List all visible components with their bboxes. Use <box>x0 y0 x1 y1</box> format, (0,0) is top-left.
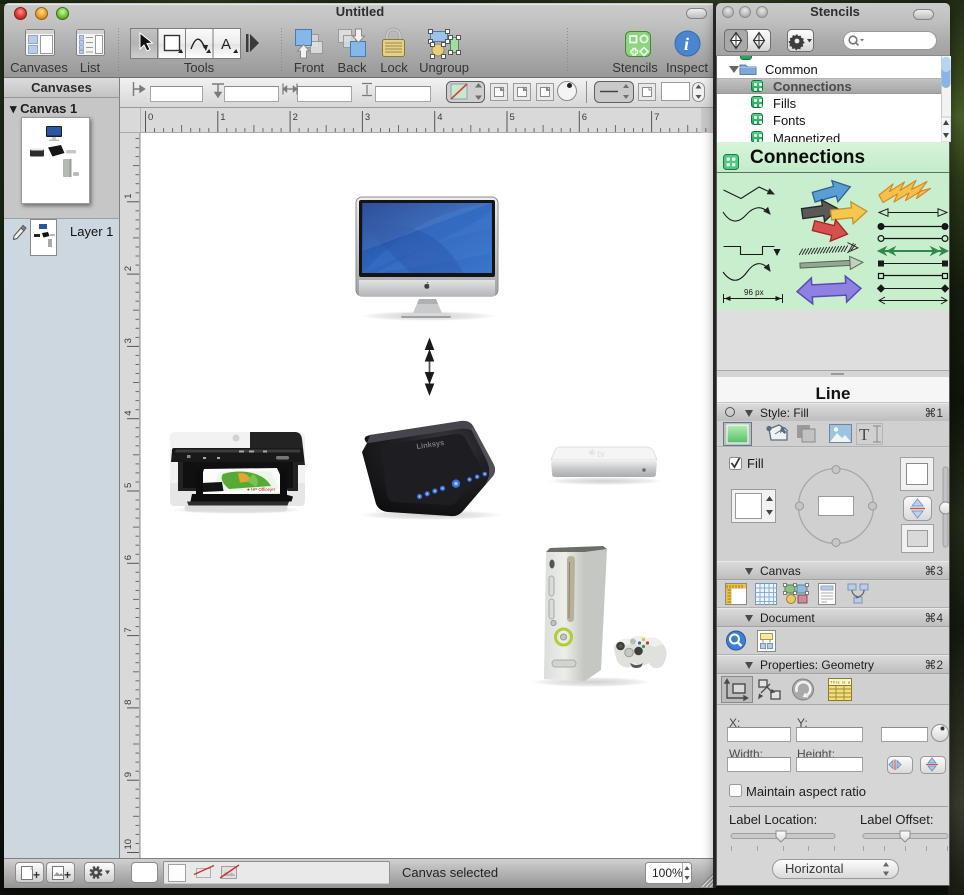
svg-text:+: + <box>64 868 71 882</box>
svg-text:Canvas selected: Canvas selected <box>402 865 498 880</box>
svg-text:i: i <box>684 34 689 54</box>
svg-text:2: 2 <box>123 266 134 271</box>
svg-text:Label Offset:: Label Offset: <box>860 812 933 827</box>
svg-text:6: 6 <box>582 112 587 123</box>
svg-text:9: 9 <box>123 772 134 777</box>
svg-text:Fill: Fill <box>747 456 764 471</box>
svg-text:Label Location:: Label Location: <box>729 812 817 827</box>
svg-text:1: 1 <box>123 194 134 199</box>
svg-text:10: 10 <box>123 839 134 850</box>
svg-text:A: A <box>221 36 231 53</box>
svg-text:8: 8 <box>123 700 134 705</box>
svg-text:4: 4 <box>123 410 134 415</box>
svg-text:1: 1 <box>220 112 225 123</box>
svg-text:3: 3 <box>123 338 134 343</box>
svg-text:5: 5 <box>123 483 134 488</box>
svg-text:0: 0 <box>148 112 153 123</box>
svg-text:96 px: 96 px <box>744 288 764 297</box>
svg-text:100%: 100% <box>652 866 683 880</box>
svg-text:3: 3 <box>365 112 370 123</box>
svg-text:tv: tv <box>597 449 605 459</box>
svg-text:6: 6 <box>123 555 134 560</box>
svg-text:7: 7 <box>654 112 659 123</box>
svg-text:Horizontal: Horizontal <box>785 861 844 876</box>
svg-text:Maintain aspect ratio: Maintain aspect ratio <box>746 784 866 799</box>
svg-text:7: 7 <box>123 627 134 632</box>
svg-text:● HP Officejet: ● HP Officejet <box>247 487 276 492</box>
svg-text:2: 2 <box>293 112 298 123</box>
svg-text:+: + <box>33 868 40 882</box>
svg-text:This is a: This is a <box>830 680 851 685</box>
svg-text:4: 4 <box>437 112 442 123</box>
svg-text:T: T <box>859 425 870 444</box>
svg-text:5: 5 <box>510 112 515 123</box>
